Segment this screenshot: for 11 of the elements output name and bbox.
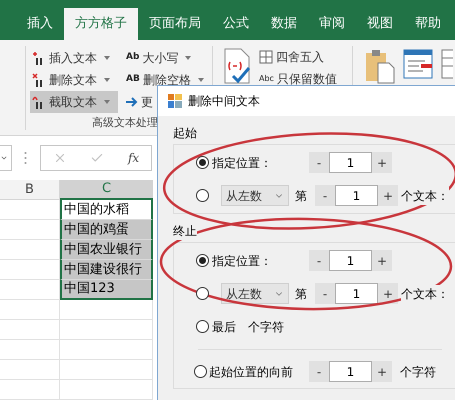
unit-label: 个字符 <box>248 318 284 336</box>
unit-label: 个文本： <box>401 186 449 204</box>
option-label: 起始位置的向前 <box>209 364 294 380</box>
ordinal-label: 第 <box>295 286 308 302</box>
option-label: 指定位置： <box>212 154 273 172</box>
ordinal-label: 第 <box>295 188 308 204</box>
option-label: 最后 <box>212 318 236 336</box>
dialog-title: 删除中间文本 <box>188 93 260 110</box>
ribbon-group-label: 高级文本处理 <box>91 115 159 131</box>
option-label: 指定位置： <box>212 252 273 270</box>
unit-label: 个字符 <box>400 364 436 380</box>
